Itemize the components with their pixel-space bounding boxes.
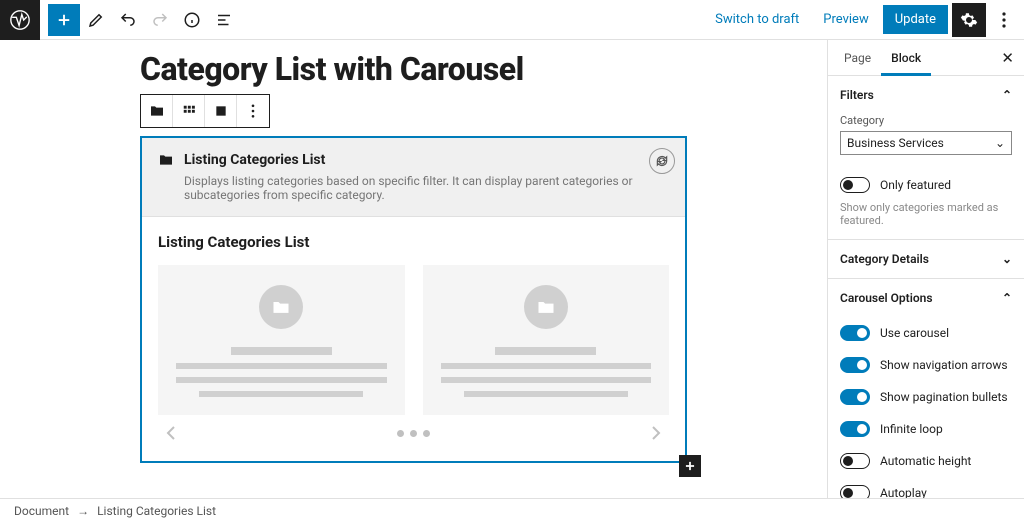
breadcrumb-separator-icon: → [77,504,89,518]
carousel-next-icon[interactable] [651,425,661,441]
outline-icon[interactable] [208,4,240,36]
category-label: Category [840,114,1012,127]
toggle-label: Infinite loop [880,422,943,436]
pagination-toggle[interactable] [840,389,870,405]
block-placeholder-header: Listing Categories List Displays listing… [142,138,685,217]
panel-category-details-head[interactable]: Category Details ⌄ [828,240,1024,278]
preview-link[interactable]: Preview [813,6,878,33]
close-sidebar-icon[interactable]: ✕ [997,49,1018,67]
preview-card [158,265,405,415]
block-preview: Listing Categories List [142,217,685,461]
redo-icon[interactable] [144,4,176,36]
preview-card [423,265,670,415]
block-toolbar [140,94,270,128]
chevron-down-icon: ⌄ [995,136,1005,150]
layout-solid-icon[interactable] [205,95,237,127]
block-more-icon[interactable] [237,95,269,127]
settings-gear-button[interactable] [952,3,986,37]
panel-filters: Filters ⌃ Category Business Services ⌄ O… [828,76,1024,240]
settings-sidebar: Page Block ✕ Filters ⌃ Category Business… [827,40,1024,498]
use-carousel-toggle[interactable] [840,325,870,341]
panel-carousel-head[interactable]: Carousel Options ⌃ [828,279,1024,317]
only-featured-label: Only featured [880,178,951,192]
toggle-label: Use carousel [880,326,949,340]
page-title[interactable]: Category List with Carousel [140,50,827,88]
preview-title: Listing Categories List [158,233,669,251]
panel-category-details: Category Details ⌄ [828,240,1024,279]
append-block-button[interactable] [679,455,701,477]
panel-filters-head[interactable]: Filters ⌃ [828,76,1024,114]
toggle-label: Show navigation arrows [880,358,1008,372]
chevron-up-icon: ⌃ [1002,291,1012,305]
chevron-up-icon: ⌃ [1002,88,1012,102]
info-icon[interactable] [176,4,208,36]
folder-icon [158,152,174,168]
edit-mode-icon[interactable] [80,4,112,36]
category-select[interactable]: Business Services ⌄ [840,131,1012,155]
toggle-label: Automatic height [880,454,971,468]
toggle-label: Autoplay [880,486,927,498]
only-featured-help: Show only categories marked as featured. [828,201,1024,239]
block-name: Listing Categories List [184,152,325,168]
layout-grid-icon[interactable] [173,95,205,127]
carousel-pagination[interactable] [397,430,430,437]
chevron-down-icon: ⌄ [1002,252,1012,266]
editor-toolbar: Switch to draft Preview Update [0,0,1024,40]
add-block-button[interactable] [48,4,80,36]
refresh-icon[interactable] [649,148,675,174]
block-description: Displays listing categories based on spe… [184,174,669,202]
selected-block[interactable]: Listing Categories List Displays listing… [140,136,687,463]
breadcrumb: Document → Listing Categories List [0,498,1024,522]
auto-height-toggle[interactable] [840,453,870,469]
breadcrumb-leaf[interactable]: Listing Categories List [97,504,216,518]
more-menu-icon[interactable] [990,12,1018,28]
breadcrumb-root[interactable]: Document [14,504,69,518]
infinite-loop-toggle[interactable] [840,421,870,437]
switch-to-draft-link[interactable]: Switch to draft [705,6,809,33]
toggle-label: Show pagination bullets [880,390,1008,404]
wordpress-logo[interactable] [0,0,40,40]
only-featured-toggle[interactable] [840,177,870,193]
autoplay-toggle[interactable] [840,485,870,498]
editor-canvas: Category List with Carousel Listing Cate… [0,40,827,498]
tab-page[interactable]: Page [834,40,881,76]
update-button[interactable]: Update [883,5,948,34]
tab-block[interactable]: Block [881,40,931,76]
panel-carousel-options: Carousel Options ⌃ Use carousel Show nav… [828,279,1024,498]
carousel-prev-icon[interactable] [166,425,176,441]
block-type-icon[interactable] [141,95,173,127]
nav-arrows-toggle[interactable] [840,357,870,373]
undo-icon[interactable] [112,4,144,36]
